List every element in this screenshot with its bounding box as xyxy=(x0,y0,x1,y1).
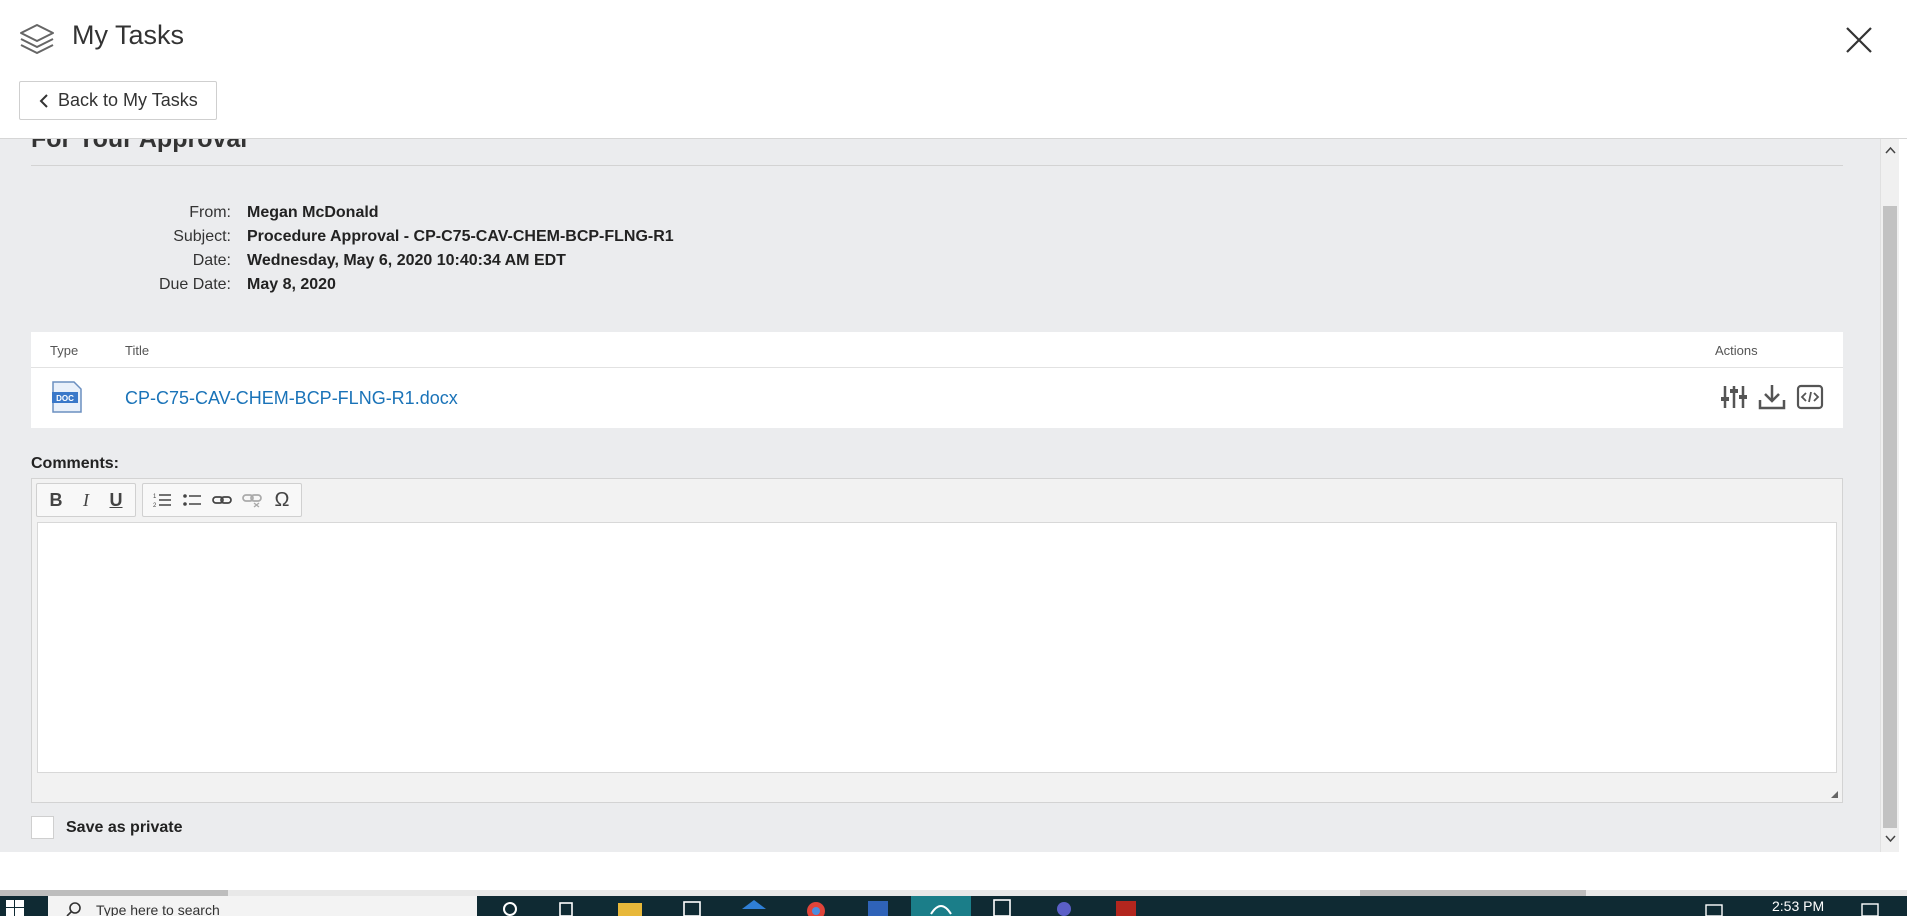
task-view-icon[interactable] xyxy=(552,897,580,916)
toolbar-group-formatting: B I U xyxy=(36,483,136,517)
save-as-private-checkbox[interactable] xyxy=(31,816,54,839)
underline-icon: U xyxy=(109,489,123,510)
numbered-list-button[interactable]: 1 2 xyxy=(147,486,177,514)
calculator-icon[interactable] xyxy=(988,897,1016,916)
unlink-button[interactable] xyxy=(237,486,267,514)
date-label: Date: xyxy=(192,252,231,269)
vertical-scrollbar[interactable] xyxy=(1880,139,1899,852)
save-as-private-label: Save as private xyxy=(66,818,183,836)
pdf-reader-icon[interactable] xyxy=(1112,897,1140,916)
file-explorer-icon[interactable] xyxy=(616,897,644,916)
unlink-icon xyxy=(242,494,262,508)
column-header-actions: Actions xyxy=(1715,343,1758,358)
svg-text:1: 1 xyxy=(153,494,157,500)
from-value: Megan McDonald xyxy=(247,204,379,221)
taskbar-search-input[interactable]: Type here to search xyxy=(48,896,477,916)
comments-textarea[interactable] xyxy=(37,522,1837,773)
notifications-icon[interactable] xyxy=(1856,897,1884,916)
bulleted-list-button[interactable] xyxy=(177,486,207,514)
teams-icon[interactable] xyxy=(1050,897,1078,916)
app-blue-icon[interactable] xyxy=(740,897,768,916)
header: My Tasks Back to My Tasks xyxy=(0,0,1907,139)
svg-text:2: 2 xyxy=(153,503,157,509)
italic-icon: I xyxy=(83,489,89,510)
search-icon xyxy=(66,902,81,916)
subject-label: Subject: xyxy=(173,228,231,245)
doc-type-badge: DOC xyxy=(56,394,74,403)
back-button[interactable]: Back to My Tasks xyxy=(19,81,217,120)
subject-value: Procedure Approval - CP-C75-CAV-CHEM-BCP… xyxy=(247,228,674,245)
resize-grip-icon[interactable] xyxy=(1829,789,1839,799)
due-date-label: Due Date: xyxy=(158,276,231,293)
toolbar-group-insert: 1 2 Ω xyxy=(142,483,302,517)
taskbar-clock[interactable]: 2:53 PM xyxy=(1772,898,1824,914)
page-title: My Tasks xyxy=(72,20,185,50)
scroll-up-arrow-icon[interactable] xyxy=(1885,145,1896,156)
properties-sliders-icon[interactable] xyxy=(1719,382,1749,412)
document-link[interactable]: CP-C75-CAV-CHEM-BCP-FLNG-R1.docx xyxy=(125,388,458,409)
documents-table: Type Title Actions DOC CP-C75-CAV-CHEM-B… xyxy=(31,332,1843,428)
save-as-private-row: Save as private xyxy=(31,816,183,839)
date-value: Wednesday, May 6, 2020 10:40:34 AM EDT xyxy=(247,252,566,269)
column-header-title: Title xyxy=(125,343,150,358)
underline-button[interactable]: U xyxy=(101,486,131,514)
task-detail-panel: For Your Approval From: Megan McDonald S… xyxy=(0,139,1880,852)
table-header: Type Title Actions xyxy=(31,332,1843,368)
docx-file-icon: DOC xyxy=(52,381,82,413)
download-icon[interactable] xyxy=(1757,382,1787,412)
chrome-icon[interactable] xyxy=(802,897,830,916)
section-divider xyxy=(31,165,1843,166)
cortana-icon[interactable] xyxy=(496,897,524,916)
due-date-value: May 8, 2020 xyxy=(247,276,336,293)
bulleted-list-icon xyxy=(183,494,201,506)
chevron-left-icon xyxy=(39,93,48,108)
active-app-icon xyxy=(930,905,952,915)
vertical-scroll-thumb[interactable] xyxy=(1883,206,1897,828)
from-label: From: xyxy=(189,204,231,221)
comments-editor: B I U 1 2 Ω xyxy=(31,478,1843,803)
embed-code-icon[interactable] xyxy=(1795,382,1825,412)
table-row: DOC CP-C75-CAV-CHEM-BCP-FLNG-R1.docx xyxy=(31,368,1843,428)
omega-icon: Ω xyxy=(274,488,290,511)
italic-button[interactable]: I xyxy=(71,486,101,514)
word-icon[interactable] xyxy=(864,897,892,916)
network-icon[interactable] xyxy=(1700,897,1728,916)
os-taskbar: Type here to search 2:53 PM xyxy=(0,896,1907,916)
layers-icon xyxy=(20,24,54,54)
back-button-label: Back to My Tasks xyxy=(58,90,198,110)
bold-button[interactable]: B xyxy=(41,486,71,514)
numbered-list-icon: 1 2 xyxy=(153,494,171,509)
taskbar-active-app[interactable] xyxy=(911,896,971,916)
store-icon[interactable] xyxy=(678,897,706,916)
column-header-type: Type xyxy=(50,343,79,358)
taskbar-search-placeholder: Type here to search xyxy=(96,902,220,916)
link-icon xyxy=(212,496,232,504)
link-button[interactable] xyxy=(207,486,237,514)
app-window: My Tasks Back to My Tasks For Your Appro… xyxy=(0,0,1907,916)
section-title: For Your Approval xyxy=(31,139,248,153)
close-icon[interactable] xyxy=(1843,24,1875,56)
windows-start-icon[interactable] xyxy=(6,900,24,916)
footer-strip xyxy=(0,852,1907,892)
scroll-down-arrow-icon[interactable] xyxy=(1885,833,1896,844)
bold-icon: B xyxy=(49,489,63,510)
comments-label: Comments: xyxy=(31,455,120,472)
special-character-button[interactable]: Ω xyxy=(267,486,297,514)
